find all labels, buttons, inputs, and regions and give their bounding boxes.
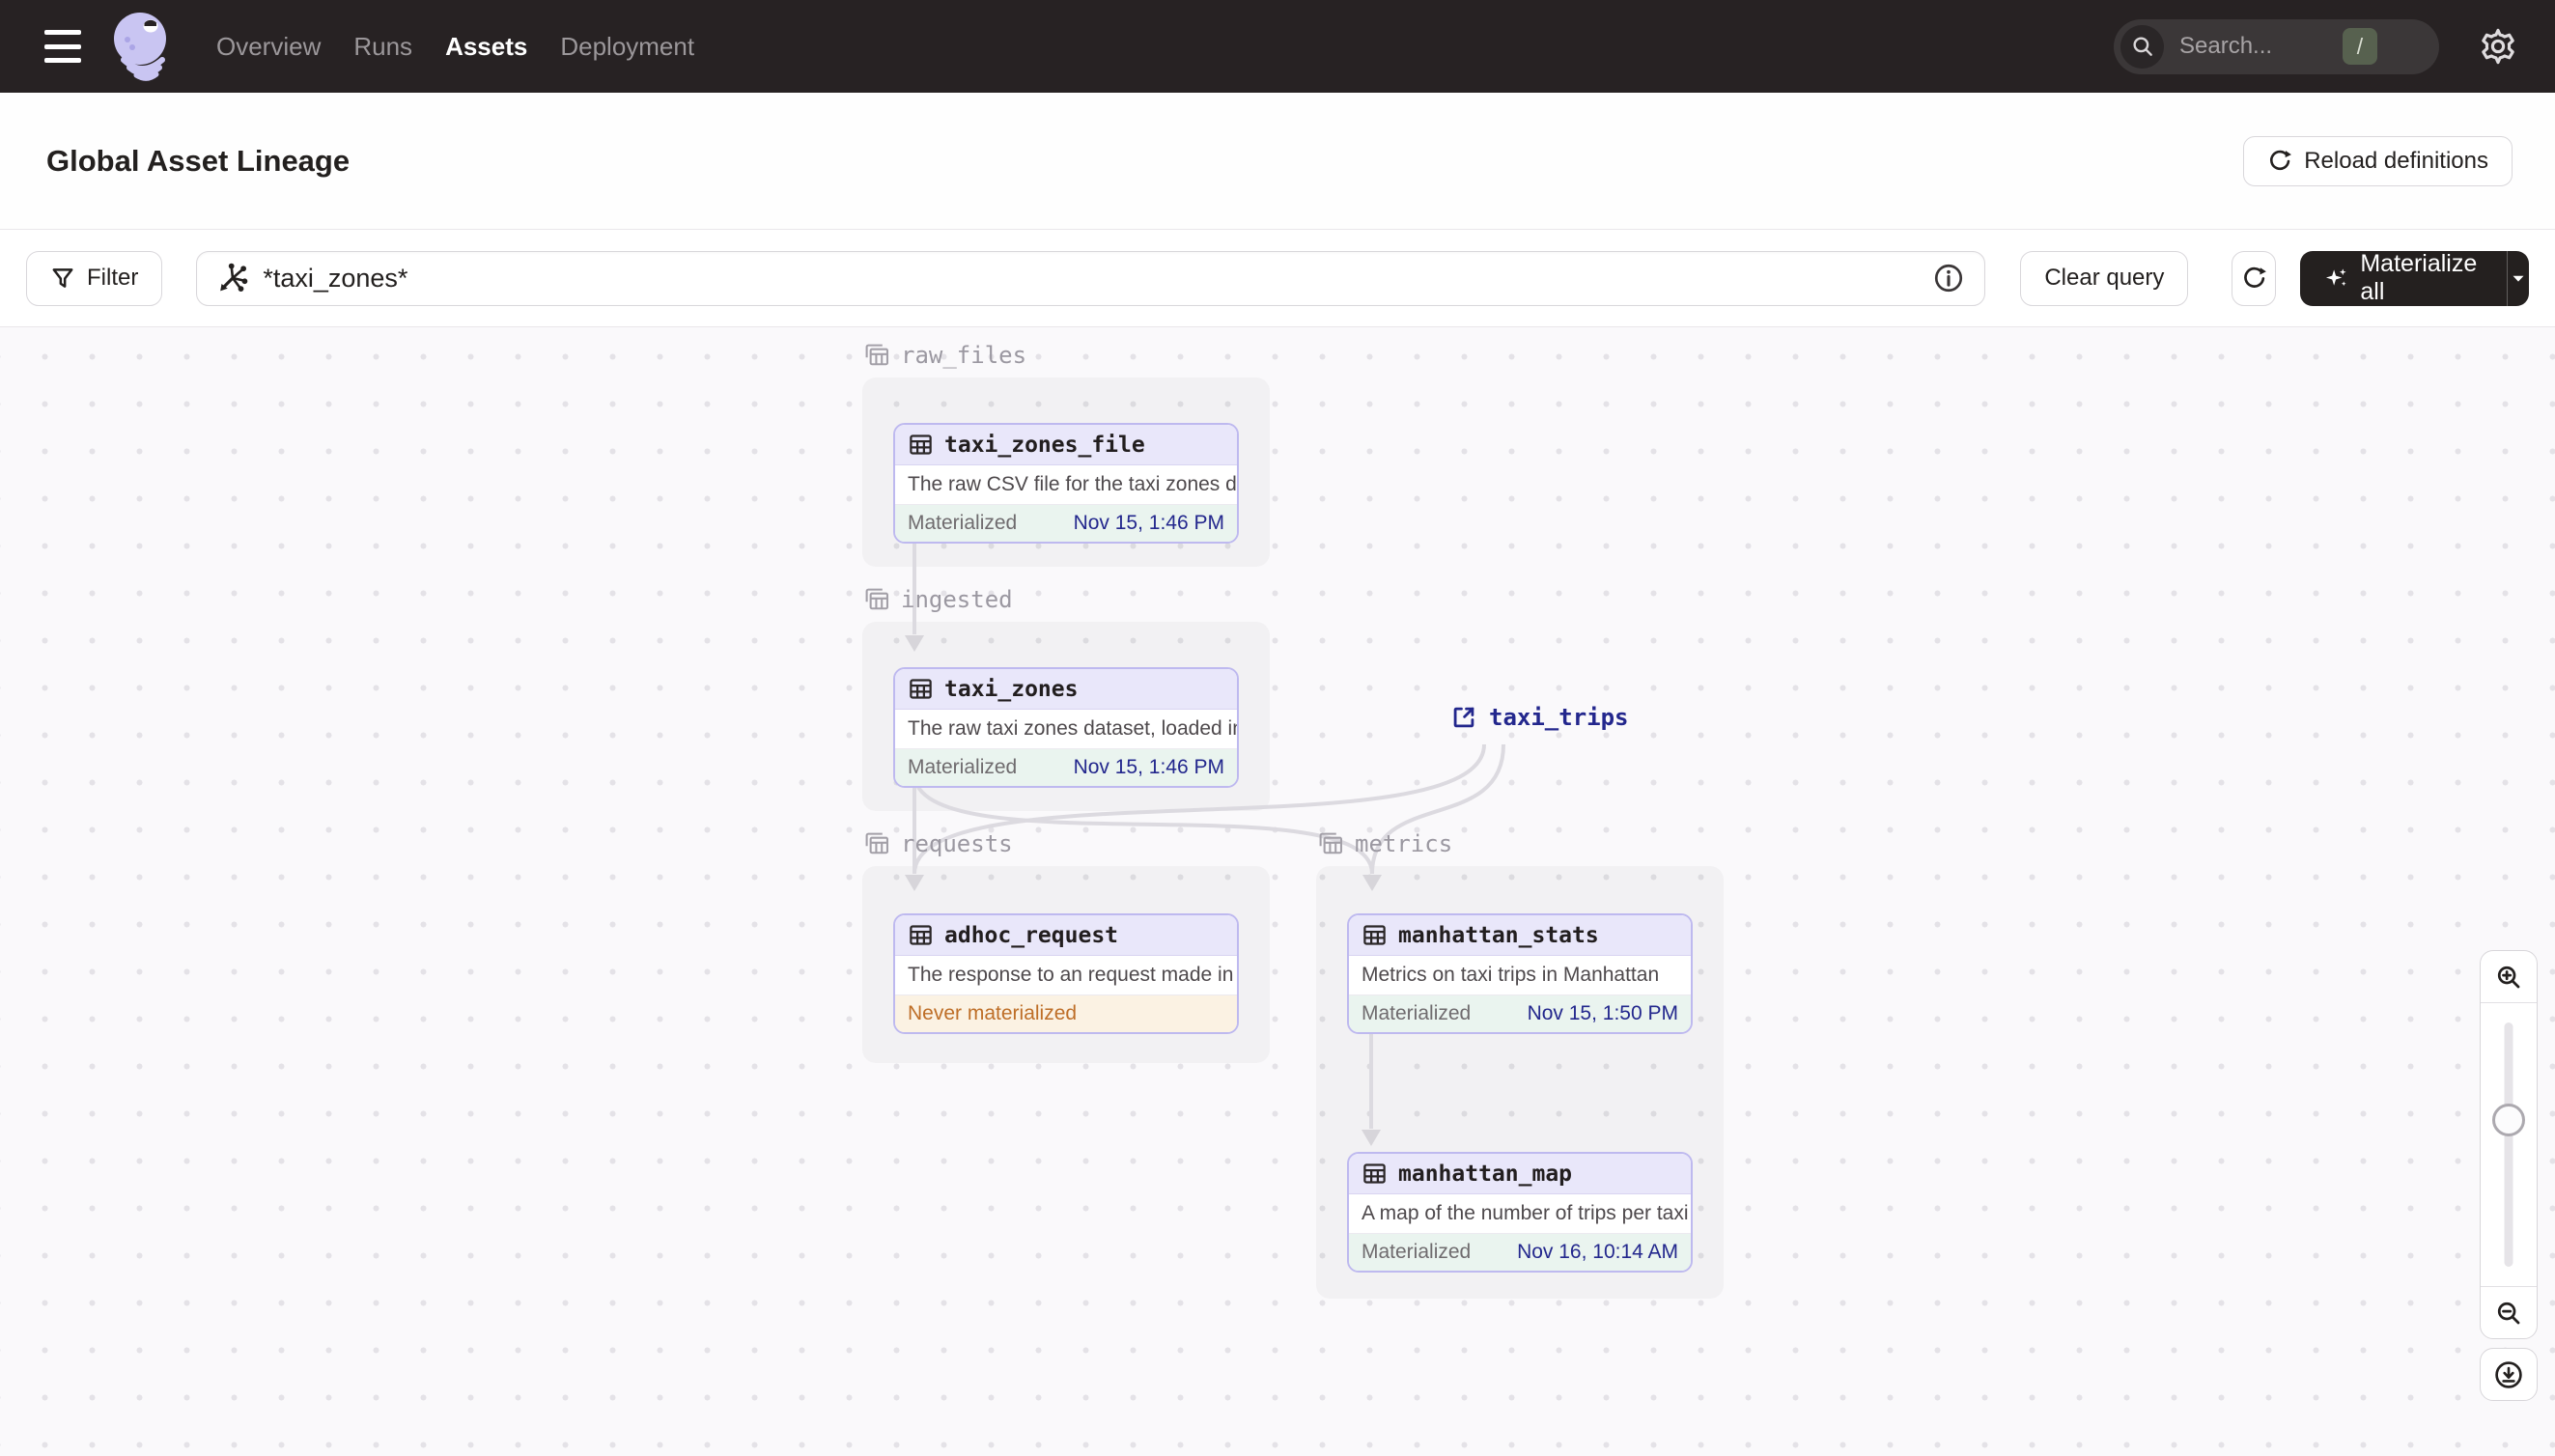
filter-icon [52,268,73,288]
asset-query-input[interactable] [263,263,1933,294]
external-asset-name: taxi_trips [1489,704,1629,731]
status-label: Materialized [1362,1002,1472,1024]
page-title: Global Asset Lineage [46,143,351,178]
asset-node-adhoc-request[interactable]: adhoc_request The response to an request… [893,913,1239,1034]
status-label: Materialized [908,512,1018,534]
group-name: requests [901,830,1013,857]
download-icon [2495,1360,2522,1388]
asset-description: The response to an request made in th... [895,956,1237,995]
zoom-in-icon [2497,966,2520,988]
asset-status-bar: Materialized Nov 16, 10:14 AM [1349,1234,1691,1271]
refresh-graph-button[interactable] [2232,250,2277,306]
gear-icon[interactable] [2478,26,2518,67]
materialize-all-button[interactable]: Materialize all [2300,251,2507,306]
external-asset-taxi-trips[interactable]: taxi_trips [1450,704,1629,731]
asset-status-bar: Never materialized [895,995,1237,1032]
search-bar[interactable]: / [2114,18,2439,74]
nav-runs[interactable]: Runs [353,32,412,62]
asset-description: Metrics on taxi trips in Manhattan [1349,956,1691,995]
nav-assets[interactable]: Assets [445,32,527,62]
group-label-metrics[interactable]: metrics [1316,829,1452,858]
status-date[interactable]: Nov 15, 1:46 PM [1074,756,1224,779]
refresh-icon [2270,150,2292,170]
filter-button[interactable]: Filter [26,250,163,306]
info-icon[interactable] [1932,262,1965,294]
asset-name: taxi_zones_file [944,432,1145,458]
zoom-in-button[interactable] [2481,951,2537,1003]
asset-status-bar: Materialized Nov 15, 1:50 PM [1349,995,1691,1032]
search-shortcut-badge: / [2343,28,2377,65]
status-label: Materialized [908,756,1018,778]
table-icon [910,679,932,699]
materialize-options-caret[interactable] [2507,250,2529,306]
asset-node-taxi-zones-file[interactable]: taxi_zones_file The raw CSV file for the… [893,423,1239,544]
asset-status-bar: Materialized Nov 15, 1:46 PM [895,749,1237,786]
asset-name: manhattan_map [1398,1161,1573,1187]
asset-name: taxi_zones [944,676,1079,702]
menu-icon[interactable] [44,30,83,63]
table-icon [910,925,932,945]
nav-deployment[interactable]: Deployment [560,32,694,62]
group-label-raw-files[interactable]: raw_files [862,341,1026,370]
group-tables-icon [1319,832,1342,854]
external-link-icon [1453,707,1474,728]
zoom-controls [2480,950,2538,1339]
group-tables-icon [865,588,888,610]
dagster-logo[interactable] [108,10,176,83]
asset-node-taxi-zones[interactable]: taxi_zones The raw taxi zones dataset, l… [893,667,1239,788]
zoom-out-icon [2497,1302,2520,1324]
top-nav: Overview Runs Assets Deployment / [0,0,2555,93]
zoom-out-button[interactable] [2481,1286,2537,1338]
search-icon [2120,24,2164,69]
zoom-slider-track[interactable] [2504,1022,2513,1267]
asset-node-manhattan-map[interactable]: manhattan_map A map of the number of tri… [1347,1152,1693,1273]
status-label: Materialized [1362,1241,1472,1263]
lineage-toolbar: Filter Clear query [0,230,2555,327]
asset-description: A map of the number of trips per taxi z.… [1349,1194,1691,1234]
asset-name: adhoc_request [944,922,1119,948]
caret-down-icon [2513,275,2524,282]
primary-nav: Overview Runs Assets Deployment [216,32,694,62]
download-view-button[interactable] [2480,1348,2538,1401]
asset-graph-icon [220,263,248,292]
asset-description: The raw taxi zones dataset, loaded int..… [895,710,1237,749]
group-tables-icon [865,344,888,366]
group-label-requests[interactable]: requests [862,829,1013,858]
table-icon [1363,1163,1386,1184]
search-input[interactable] [2179,33,2324,60]
table-icon [910,434,932,455]
asset-description: The raw CSV file for the taxi zones dat.… [895,465,1237,505]
lineage-edges [905,529,1505,1146]
zoom-slider [2481,1003,2537,1286]
asset-name: manhattan_stats [1398,922,1599,948]
materialize-all-split-button: Materialize all [2300,250,2529,306]
status-date[interactable]: Nov 15, 1:46 PM [1074,512,1224,535]
nav-overview[interactable]: Overview [216,32,321,62]
group-name: raw_files [901,342,1027,369]
group-name: ingested [901,586,1013,613]
asset-query-field[interactable] [196,250,1986,306]
reload-definitions-button[interactable]: Reload definitions [2243,135,2513,186]
refresh-icon [2244,266,2266,288]
clear-query-button[interactable]: Clear query [2020,250,2189,306]
status-label: Never materialized [908,1002,1078,1024]
status-date[interactable]: Nov 16, 10:14 AM [1517,1241,1678,1264]
table-icon [1363,925,1386,945]
group-name: metrics [1355,830,1453,857]
group-label-ingested[interactable]: ingested [862,585,1013,614]
sparkles-icon [2326,268,2346,287]
status-date[interactable]: Nov 15, 1:50 PM [1528,1002,1678,1025]
asset-status-bar: Materialized Nov 15, 1:46 PM [895,505,1237,542]
page-header: Global Asset Lineage Reload definitions [0,93,2555,230]
group-tables-icon [865,832,888,854]
zoom-slider-thumb[interactable] [2492,1104,2525,1136]
asset-node-manhattan-stats[interactable]: manhattan_stats Metrics on taxi trips in… [1347,913,1693,1034]
lineage-canvas[interactable]: raw_files ingested requests metrics taxi… [0,327,2555,1456]
